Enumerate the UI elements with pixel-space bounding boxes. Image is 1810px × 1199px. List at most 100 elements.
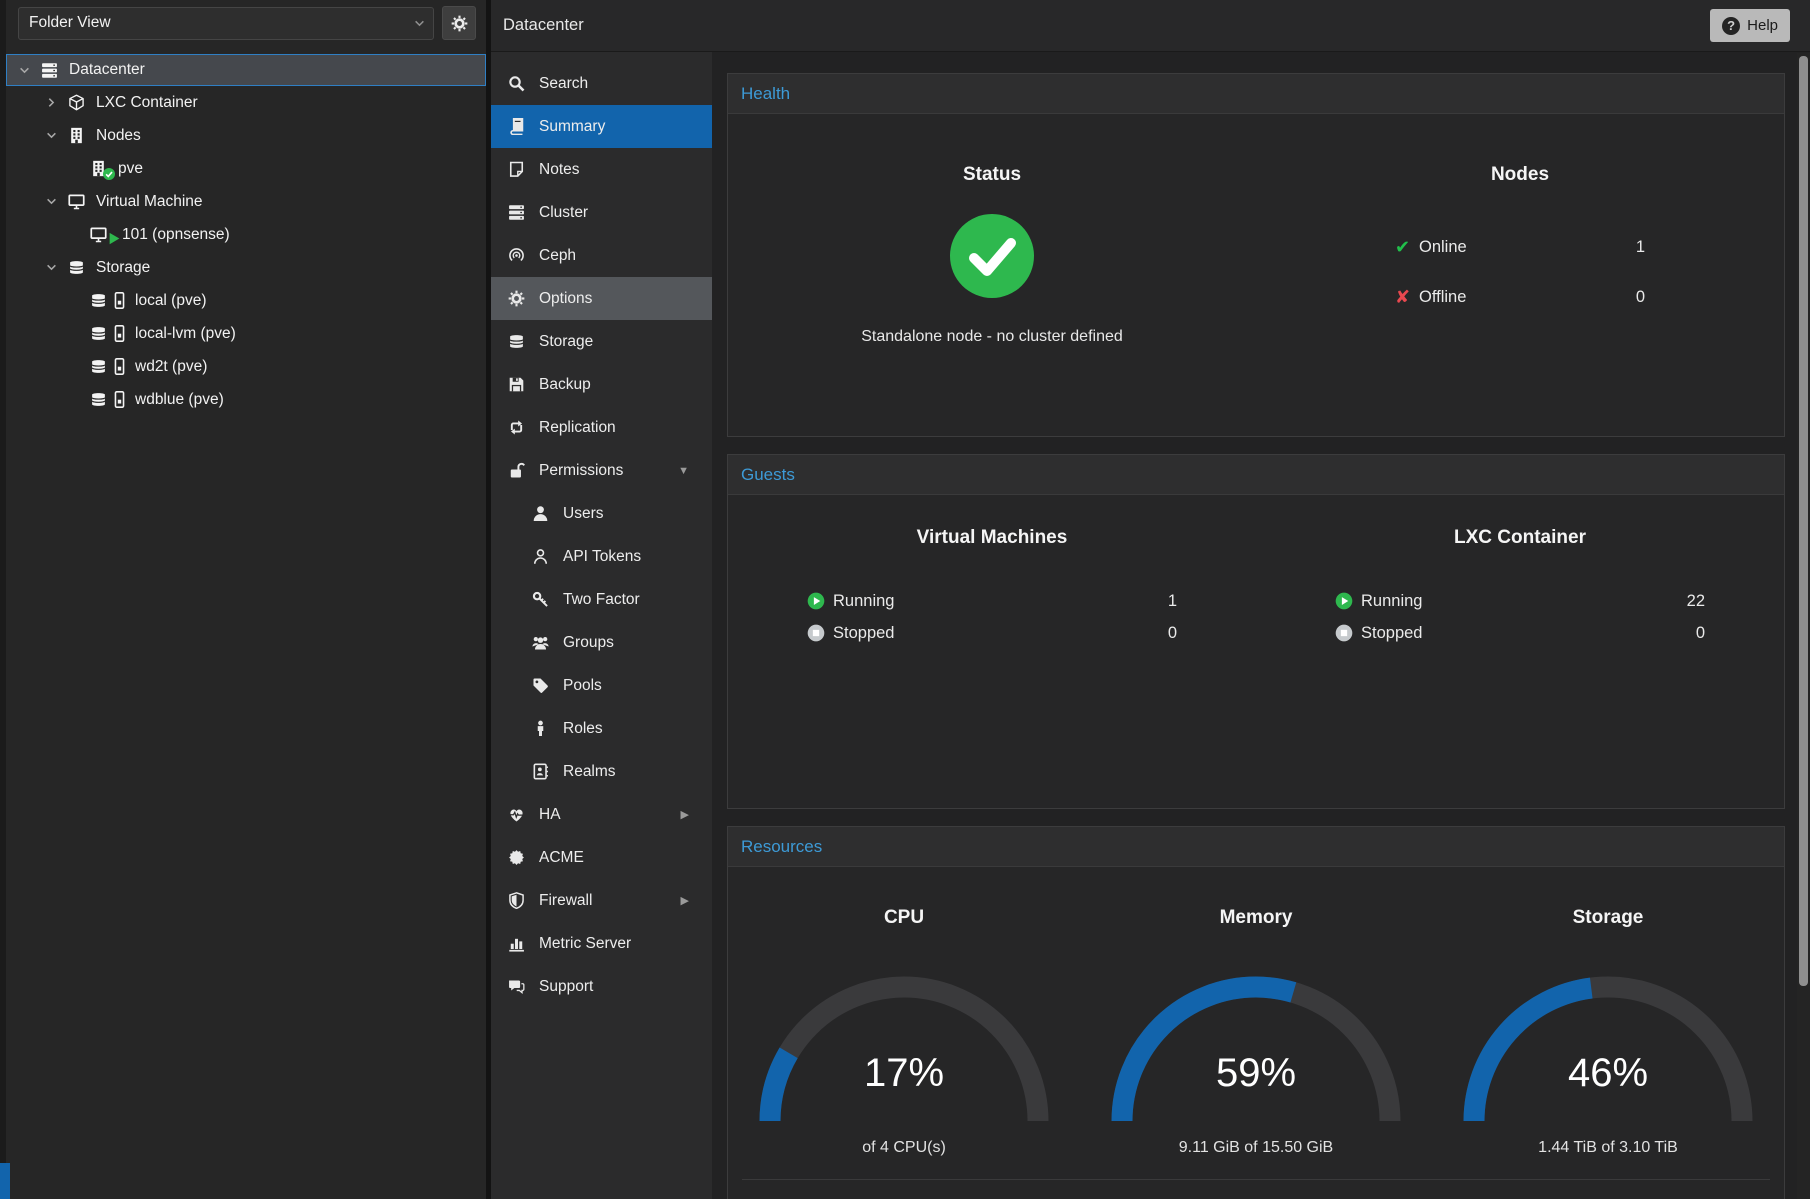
proxmox-window: Folder View Datacenter LXC Container (0, 0, 1810, 1199)
chevron-down-icon[interactable] (46, 130, 68, 141)
database-icon (508, 333, 527, 350)
nodes-online-row: ✔ Online 1 (1395, 222, 1645, 272)
menu-item-options[interactable]: Options (491, 277, 712, 320)
key-icon (532, 591, 551, 608)
bar-chart-icon (508, 935, 527, 952)
menu-item-permissions[interactable]: Permissions ▼ (491, 449, 712, 492)
menu-item-pools[interactable]: Pools (491, 664, 712, 707)
play-badge-icon (108, 232, 121, 245)
menu-item-realms[interactable]: Realms (491, 750, 712, 793)
menu-item-storage[interactable]: Storage (491, 320, 712, 363)
cpu-percent: 17% (754, 1051, 1054, 1096)
scrollbar-thumb[interactable] (1799, 56, 1808, 986)
stop-circle-icon (807, 624, 833, 642)
nodes-header: Nodes (1491, 164, 1549, 186)
menu-item-groups[interactable]: Groups (491, 621, 712, 664)
person-icon (532, 720, 551, 737)
shield-icon (508, 892, 527, 909)
drive-icon (111, 292, 131, 309)
main-region: Datacenter Help Search Summary Notes (491, 0, 1810, 1199)
storage-percent: 46% (1458, 1051, 1758, 1096)
caret-right-icon: ▶ (681, 894, 689, 907)
memory-detail: 9.11 GiB of 15.50 GiB (1179, 1139, 1333, 1157)
tree-item-storage-wdblue[interactable]: wdblue (pve) (6, 383, 486, 416)
gauge-arc (754, 969, 1054, 1129)
lxc-running-label: Running (1361, 592, 1422, 611)
tree-item-storage-local[interactable]: local (pve) (6, 284, 486, 317)
menu-item-roles[interactable]: Roles (491, 707, 712, 750)
chevron-right-icon[interactable] (46, 97, 68, 108)
user-icon (532, 505, 551, 522)
cluster-status-message: Standalone node - no cluster defined (861, 328, 1123, 346)
caret-right-icon: ▶ (681, 808, 689, 821)
help-button[interactable]: Help (1710, 9, 1790, 42)
tree-item-nodes[interactable]: Nodes (6, 119, 486, 152)
menu-item-metric-server[interactable]: Metric Server (491, 922, 712, 965)
lxc-running-row: Running 22 (1335, 585, 1705, 617)
drive-icon (111, 391, 131, 408)
memory-header: Memory (1220, 907, 1293, 929)
status-header: Status (963, 164, 1021, 186)
comments-icon (508, 978, 527, 995)
chevron-down-icon[interactable] (46, 196, 68, 207)
menu-item-ceph[interactable]: Ceph (491, 234, 712, 277)
seal-icon (508, 849, 527, 866)
tree-item-pve[interactable]: pve (6, 152, 486, 185)
tree-item-vm-101[interactable]: 101 (opnsense) (6, 218, 486, 251)
menu-item-notes[interactable]: Notes (491, 148, 712, 191)
menu-item-ha[interactable]: HA ▶ (491, 793, 712, 836)
vertical-scrollbar[interactable] (1797, 53, 1810, 1199)
menu-item-backup[interactable]: Backup (491, 363, 712, 406)
menu-item-users[interactable]: Users (491, 492, 712, 535)
gear-icon (508, 290, 527, 307)
book-icon (508, 118, 527, 135)
menu-item-support[interactable]: Support (491, 965, 712, 1008)
lxc-container-column: LXC Container Running 22 (1256, 527, 1784, 808)
topbar: Datacenter Help (491, 0, 1810, 52)
menu-item-firewall[interactable]: Firewall ▶ (491, 879, 712, 922)
server-stack-icon (41, 62, 61, 79)
tree-item-datacenter[interactable]: Datacenter (6, 54, 486, 86)
check-icon: ✔ (1395, 237, 1419, 258)
menu-item-two-factor[interactable]: Two Factor (491, 578, 712, 621)
building-icon (90, 160, 110, 177)
chevron-down-icon[interactable] (19, 65, 41, 76)
menu-item-api-tokens[interactable]: API Tokens (491, 535, 712, 578)
tree-item-storage[interactable]: Storage (6, 251, 486, 284)
menu-item-replication[interactable]: Replication (491, 406, 712, 449)
menu-item-acme[interactable]: ACME (491, 836, 712, 879)
server-stack-icon (508, 204, 527, 221)
guests-panel-title: Guests (728, 455, 1784, 495)
vm-stopped-label: Stopped (833, 624, 894, 643)
database-icon (90, 358, 110, 375)
chevron-down-icon[interactable] (46, 262, 68, 273)
database-icon (90, 391, 110, 408)
tree-item-storage-local-lvm[interactable]: local-lvm (pve) (6, 317, 486, 350)
menu-item-search[interactable]: Search (491, 62, 712, 105)
gear-icon (451, 15, 468, 32)
lxc-running-count: 22 (1687, 592, 1705, 611)
tree-item-lxc-container[interactable]: LXC Container (6, 86, 486, 119)
menu-item-cluster[interactable]: Cluster (491, 191, 712, 234)
vm-stopped-row: Stopped 0 (807, 617, 1177, 649)
resource-tree-panel: Folder View Datacenter LXC Container (6, 0, 486, 1199)
view-selector[interactable]: Folder View (18, 7, 434, 40)
caret-down-icon: ▼ (678, 465, 689, 477)
cpu-header: CPU (884, 907, 924, 929)
database-icon (90, 325, 110, 342)
vm-running-label: Running (833, 592, 894, 611)
online-count: 1 (1636, 238, 1645, 257)
tag-icon (532, 677, 551, 694)
menu-item-summary[interactable]: Summary (491, 105, 712, 148)
lxc-stopped-label: Stopped (1361, 624, 1422, 643)
unlock-icon (508, 462, 527, 479)
tree-item-storage-wd2t[interactable]: wd2t (pve) (6, 350, 486, 383)
nodes-status-column: Nodes ✔ Online 1 ✘ Offline (1256, 164, 1784, 436)
storage-detail: 1.44 TiB of 3.10 TiB (1538, 1139, 1678, 1157)
tree-settings-button[interactable] (442, 6, 476, 40)
play-circle-icon (807, 592, 833, 610)
sticky-note-icon (508, 161, 527, 178)
tree-item-virtual-machine[interactable]: Virtual Machine (6, 185, 486, 218)
gauge-arc (1458, 969, 1758, 1129)
nodes-offline-row: ✘ Offline 0 (1395, 272, 1645, 322)
